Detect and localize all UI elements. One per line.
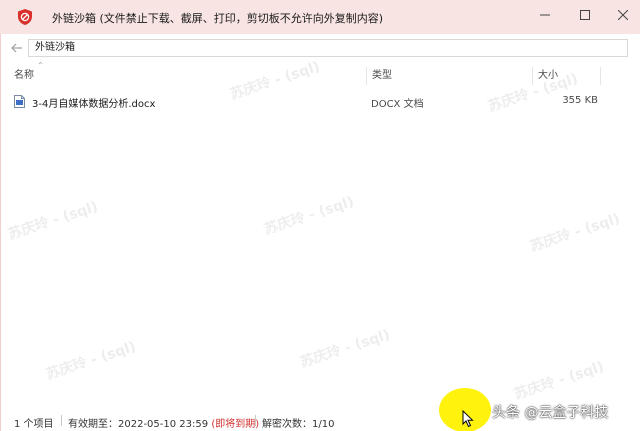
item-count: 1 个项目 bbox=[14, 419, 54, 430]
sort-caret-icon: ^ bbox=[38, 62, 44, 69]
title-subtitle: (文件禁止下载、截屏、打印，剪切板不允许向外复制内容) bbox=[99, 12, 384, 25]
file-type: DOCX 文档 bbox=[371, 99, 424, 110]
valid-until-label: 有效期至： bbox=[68, 419, 118, 430]
file-size: 355 KB bbox=[562, 95, 598, 106]
status-divider bbox=[61, 415, 62, 426]
watermark-text: 苏庆玲 - (sql) bbox=[528, 210, 623, 256]
shield-block-icon bbox=[18, 9, 32, 25]
mouse-pointer-icon bbox=[462, 410, 474, 428]
decrypt-value: 1/10 bbox=[312, 419, 335, 430]
expiry-warning: (即将到期) bbox=[211, 419, 260, 430]
column-divider[interactable] bbox=[366, 67, 367, 85]
file-name: 3-4月自媒体数据分析.docx bbox=[32, 99, 156, 110]
address-bar: 外链沙箱 bbox=[0, 36, 640, 60]
sandbox-window: 外链沙箱 (文件禁止下载、截屏、打印，剪切板不允许向外复制内容) 外链沙箱 ^ … bbox=[0, 0, 640, 431]
window-left-edge bbox=[0, 34, 1, 431]
app-name: 外链沙箱 bbox=[52, 12, 96, 25]
back-arrow-icon[interactable] bbox=[10, 41, 24, 55]
column-divider[interactable] bbox=[600, 67, 601, 85]
watermark-text: 苏庆玲 - (sql) bbox=[298, 326, 393, 372]
title-bar[interactable]: 外链沙箱 (文件禁止下载、截屏、打印，剪切板不允许向外复制内容) bbox=[0, 0, 640, 34]
column-divider[interactable] bbox=[532, 67, 533, 85]
watermark-text: 苏庆玲 - (sql) bbox=[512, 358, 607, 404]
watermark-text: 苏庆玲 - (sql) bbox=[6, 198, 101, 244]
column-header-size[interactable]: 大小 bbox=[538, 68, 558, 84]
address-path-field[interactable]: 外链沙箱 bbox=[28, 39, 628, 57]
valid-until: 有效期至：2022-05-10 23:59 (即将到期) bbox=[68, 415, 259, 430]
minimize-icon bbox=[540, 14, 550, 16]
close-button[interactable] bbox=[600, 0, 640, 30]
status-divider bbox=[255, 415, 256, 426]
watermark-text: 苏庆玲 - (sql) bbox=[44, 338, 139, 384]
docx-file-icon bbox=[14, 95, 25, 108]
decrypt-count: 解密次数：1/10 bbox=[262, 415, 334, 430]
column-header-name[interactable]: 名称 bbox=[14, 68, 34, 84]
file-list-item[interactable]: 3-4月自媒体数据分析.docx DOCX 文档 355 KB bbox=[10, 93, 620, 111]
maximize-icon bbox=[580, 10, 590, 20]
close-icon bbox=[618, 10, 628, 20]
valid-until-value: 2022-05-10 23:59 bbox=[118, 419, 209, 430]
window-title: 外链沙箱 (文件禁止下载、截屏、打印，剪切板不允许向外复制内容) bbox=[52, 10, 383, 26]
column-header-type[interactable]: 类型 bbox=[372, 68, 392, 84]
watermark-text: 苏庆玲 - (sql) bbox=[262, 193, 357, 239]
source-attribution: 头条 @云盒子科技 bbox=[492, 405, 609, 421]
decrypt-label: 解密次数： bbox=[262, 419, 312, 430]
